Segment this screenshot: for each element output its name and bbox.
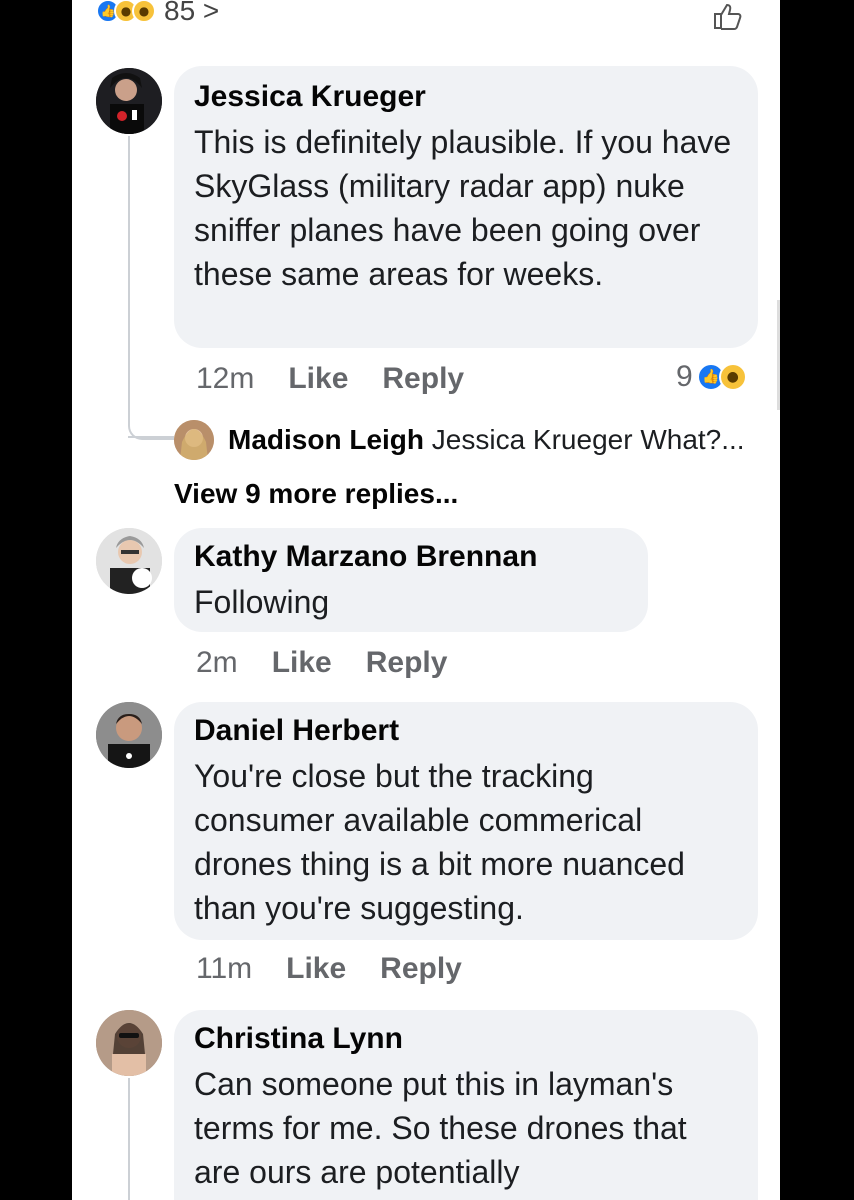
comment-author[interactable]: Kathy Marzano Brennan (194, 540, 537, 574)
avatar-christina-lynn[interactable] (96, 1010, 162, 1076)
profile-photo-icon (96, 1010, 162, 1076)
view-more-replies[interactable]: View 9 more replies... (174, 478, 458, 510)
comment-author[interactable]: Jessica Krueger (194, 80, 426, 114)
haha-icon: ● (132, 0, 156, 23)
comment-reaction-count: 9 (676, 360, 693, 393)
comment-text: You're close but the tracking consumer a… (194, 758, 685, 926)
reply-text: Jessica Krueger What?... (431, 424, 745, 455)
comment-meta: 11m Like Reply (196, 952, 496, 986)
like-outline-icon[interactable] (712, 2, 744, 30)
avatar-madison-leigh[interactable] (174, 420, 214, 460)
scrollbar[interactable] (777, 300, 780, 410)
comment-time: 2m (196, 646, 238, 679)
profile-photo-icon (96, 68, 162, 134)
comment-reactions[interactable]: 9 👍 ● (676, 360, 747, 394)
like-button[interactable]: Like (286, 952, 346, 986)
reaction-count: 85 > (164, 0, 220, 26)
thread-connector (128, 436, 174, 438)
comment-text: Can someone put this in layman's terms f… (194, 1066, 687, 1190)
reactions-summary[interactable]: 👍 ● ● 85 > (96, 0, 219, 26)
comment-author[interactable]: Christina Lynn (194, 1022, 403, 1056)
thread-line (128, 1078, 130, 1200)
wow-icon: ● (718, 363, 747, 391)
profile-photo-icon (174, 420, 214, 460)
comments-screen: 👍 ● ● 85 > Jessica Krueger This is defin… (72, 0, 780, 1200)
comment-meta: 2m Like Reply (196, 646, 481, 680)
reply-button[interactable]: Reply (382, 362, 464, 396)
like-button[interactable]: Like (288, 362, 348, 396)
reply-button[interactable]: Reply (366, 646, 448, 680)
reply-button[interactable]: Reply (380, 952, 462, 986)
profile-photo-icon (96, 702, 162, 768)
reply-preview[interactable]: Madison Leigh Jessica Krueger What?... (228, 424, 745, 456)
profile-photo-icon (96, 528, 162, 594)
avatar-jessica-krueger[interactable] (96, 68, 162, 134)
comment-time: 11m (196, 952, 253, 985)
comment-text: This is definitely plausible. If you hav… (194, 124, 732, 292)
comment-time: 12m (196, 362, 255, 395)
thread-line (128, 136, 174, 440)
avatar-kathy-marzano-brennan[interactable] (96, 528, 162, 594)
reply-author[interactable]: Madison Leigh (228, 424, 424, 455)
avatar-daniel-herbert[interactable] (96, 702, 162, 768)
like-button[interactable]: Like (272, 646, 332, 680)
comment-text: Following (194, 584, 330, 620)
post-reactions-bar: 👍 ● ● 85 > (72, 0, 780, 34)
comment-author[interactable]: Daniel Herbert (194, 714, 399, 748)
comment-meta: 12m Like Reply (196, 362, 498, 396)
